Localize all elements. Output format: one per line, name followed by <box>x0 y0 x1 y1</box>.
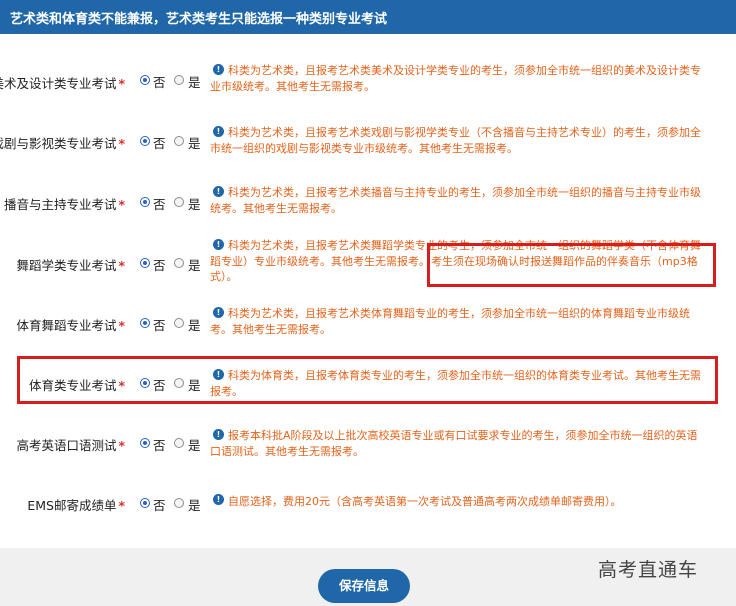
radio-no-label: 否 <box>153 75 166 90</box>
radio-no[interactable] <box>140 258 150 268</box>
row-label: 戏剧与影视类专业考试 * <box>0 136 125 151</box>
radio-no[interactable] <box>140 498 150 508</box>
radio-yes-label: 是 <box>188 258 201 273</box>
info-icon: ! <box>213 64 224 75</box>
highlight-box-sports-row <box>17 356 718 404</box>
section-header-title: 艺术类和体育类不能兼报，艺术类考生只能选报一种类别专业考试 <box>10 12 388 27</box>
radio-no-label: 否 <box>153 498 166 513</box>
note-line: 统考。其他考生无需报考。 <box>210 202 342 215</box>
note-line: 式）。 <box>210 270 238 283</box>
info-icon: ! <box>213 186 224 197</box>
radio-yes[interactable] <box>174 498 184 508</box>
row-label: EMS邮寄成绩单 * <box>27 498 125 513</box>
save-button[interactable]: 保存信息 <box>318 569 410 603</box>
radio-no[interactable] <box>140 75 150 85</box>
radio-no-label: 否 <box>153 197 166 212</box>
watermark: 高考直通车 <box>598 559 699 581</box>
required-mark: * <box>118 438 125 453</box>
required-mark: * <box>118 318 125 333</box>
radio-no[interactable] <box>140 318 150 328</box>
radio-no[interactable] <box>140 136 150 146</box>
note-line: 考。其他考生无需报考。 <box>210 323 331 336</box>
required-mark: * <box>118 197 125 212</box>
radio-yes-label: 是 <box>188 197 201 212</box>
radio-no[interactable] <box>140 197 150 207</box>
radio-no-label: 否 <box>153 136 166 151</box>
section-header: 艺术类和体育类不能兼报，艺术类考生只能选报一种类别专业考试 <box>0 0 736 34</box>
row-label: 美术及设计类专业考试 * <box>0 76 125 91</box>
note-line: 自愿选择，费用20元（含高考英语第一次考试及普通高考两次成绩单邮寄费用）。 <box>228 495 622 508</box>
note-line: 市统一组织的戏剧与影视类专业市级统考。其他考生无需报考。 <box>210 142 518 155</box>
note-line: 科类为艺术类，且报考艺术类美术及设计学类专业的考生，须参加全市统一组织的美术及设… <box>228 64 701 77</box>
radio-yes[interactable] <box>174 258 184 268</box>
note-line: 口语测试。其他考生无需报考。 <box>210 445 364 458</box>
radio-yes[interactable] <box>174 136 184 146</box>
radio-no-label: 否 <box>153 438 166 453</box>
radio-yes[interactable] <box>174 318 184 328</box>
required-mark: * <box>118 136 125 151</box>
note-line: 科类为艺术类，且报考艺术类播音与主持专业的考生，须参加全市统一组织的播音与主持专… <box>228 186 701 199</box>
note-line: 业市级统考。其他考生无需报考。 <box>210 80 375 93</box>
row-label: 高考英语口语测试 * <box>16 438 125 453</box>
required-mark: * <box>118 258 125 273</box>
radio-no[interactable] <box>140 438 150 448</box>
row-label: 播音与主持专业考试 * <box>3 197 125 212</box>
row-label: 舞蹈学类专业考试 * <box>16 258 125 273</box>
note-line: 科类为艺术类，且报考艺术类戏剧与影视学类专业（不含播音与主持艺术专业）的考生，须… <box>228 126 701 139</box>
required-mark: * <box>118 76 125 91</box>
note-line: 报考本科批A阶段及以上批次高校英语专业或有口试要求专业的考生，须参加全市统一组织… <box>228 429 698 442</box>
radio-yes-label: 是 <box>188 498 201 513</box>
info-icon: ! <box>213 494 224 505</box>
row-label: 体育舞蹈专业考试 * <box>16 318 125 333</box>
radio-no-label: 否 <box>153 318 166 333</box>
note-line: 蹈专业）专业市级统考。其他考生无需报考。 <box>210 255 430 268</box>
radio-yes-label: 是 <box>188 136 201 151</box>
radio-yes-label: 是 <box>188 438 201 453</box>
note-line: 科类为艺术类，且报考艺术类体育舞蹈专业的考生，须参加全市统一组织的体育舞蹈专业市… <box>228 307 690 320</box>
highlight-box-dance-note <box>427 243 716 287</box>
required-mark: * <box>118 498 125 513</box>
radio-yes-label: 是 <box>188 75 201 90</box>
info-icon: ! <box>213 307 224 318</box>
radio-yes-label: 是 <box>188 318 201 333</box>
radio-yes[interactable] <box>174 438 184 448</box>
radio-yes[interactable] <box>174 197 184 207</box>
info-icon: ! <box>213 126 224 137</box>
info-icon: ! <box>213 429 224 440</box>
radio-no-label: 否 <box>153 258 166 273</box>
radio-yes[interactable] <box>174 75 184 85</box>
info-icon: ! <box>213 239 224 250</box>
